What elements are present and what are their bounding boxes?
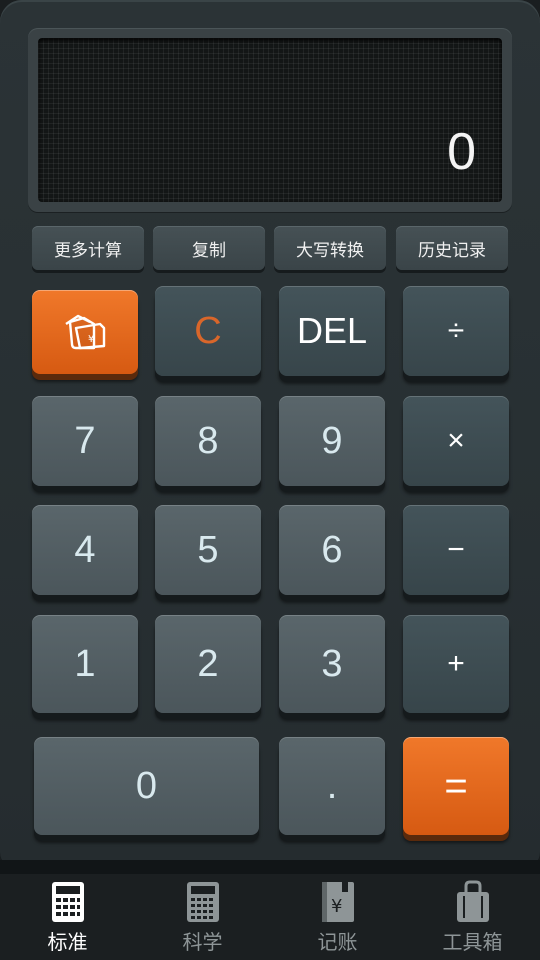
svg-text:¥: ¥ xyxy=(331,896,342,917)
digit-6-button[interactable]: 6 xyxy=(279,505,385,595)
copy-button[interactable]: 复制 xyxy=(153,226,265,270)
display-screen xyxy=(38,38,502,202)
plus-button[interactable]: + xyxy=(403,615,509,713)
tab-ledger[interactable]: ¥ 记账 xyxy=(270,874,405,960)
delete-button[interactable]: DEL xyxy=(279,286,385,376)
toolbox-icon xyxy=(456,880,489,922)
decimal-point-button[interactable]: . xyxy=(279,737,385,835)
currency-button[interactable]: ¥ xyxy=(32,290,138,374)
equals-button[interactable]: = xyxy=(403,737,509,835)
bottom-navigation: 标准 科学 ¥ 记账 工具箱 xyxy=(0,874,540,960)
svg-text:¥: ¥ xyxy=(88,334,94,345)
digit-4-button[interactable]: 4 xyxy=(32,505,138,595)
divide-button[interactable]: ÷ xyxy=(403,286,509,376)
clear-button[interactable]: C xyxy=(155,286,261,376)
tab-toolbox[interactable]: 工具箱 xyxy=(405,874,540,960)
more-calculations-button[interactable]: 更多计算 xyxy=(32,226,144,270)
tab-standard[interactable]: 标准 xyxy=(0,874,135,960)
currency-cards-icon: ¥ xyxy=(65,314,106,350)
scientific-calculator-icon xyxy=(186,882,219,922)
ledger-icon: ¥ xyxy=(321,880,354,922)
minus-button[interactable]: − xyxy=(403,505,509,595)
digit-5-button[interactable]: 5 xyxy=(155,505,261,595)
digit-8-button[interactable]: 8 xyxy=(155,396,261,486)
tab-toolbox-label: 工具箱 xyxy=(442,930,503,954)
history-button[interactable]: 历史记录 xyxy=(396,226,508,270)
tab-standard-label: 标准 xyxy=(47,930,88,954)
digit-3-button[interactable]: 3 xyxy=(279,615,385,713)
digit-9-button[interactable]: 9 xyxy=(279,396,385,486)
multiply-button[interactable]: × xyxy=(403,396,509,486)
calculator-icon xyxy=(51,882,84,922)
display-panel: 0 xyxy=(28,28,512,212)
calculator-body-edge xyxy=(0,860,540,874)
digit-1-button[interactable]: 1 xyxy=(32,615,138,713)
digit-2-button[interactable]: 2 xyxy=(155,615,261,713)
digit-7-button[interactable]: 7 xyxy=(32,396,138,486)
tab-ledger-label: 记账 xyxy=(317,930,358,954)
digit-0-button[interactable]: 0 xyxy=(34,737,259,835)
tab-scientific[interactable]: 科学 xyxy=(135,874,270,960)
display-result: 0 xyxy=(447,123,476,181)
tab-scientific-label: 科学 xyxy=(182,930,223,954)
uppercase-convert-button[interactable]: 大写转换 xyxy=(274,226,386,270)
